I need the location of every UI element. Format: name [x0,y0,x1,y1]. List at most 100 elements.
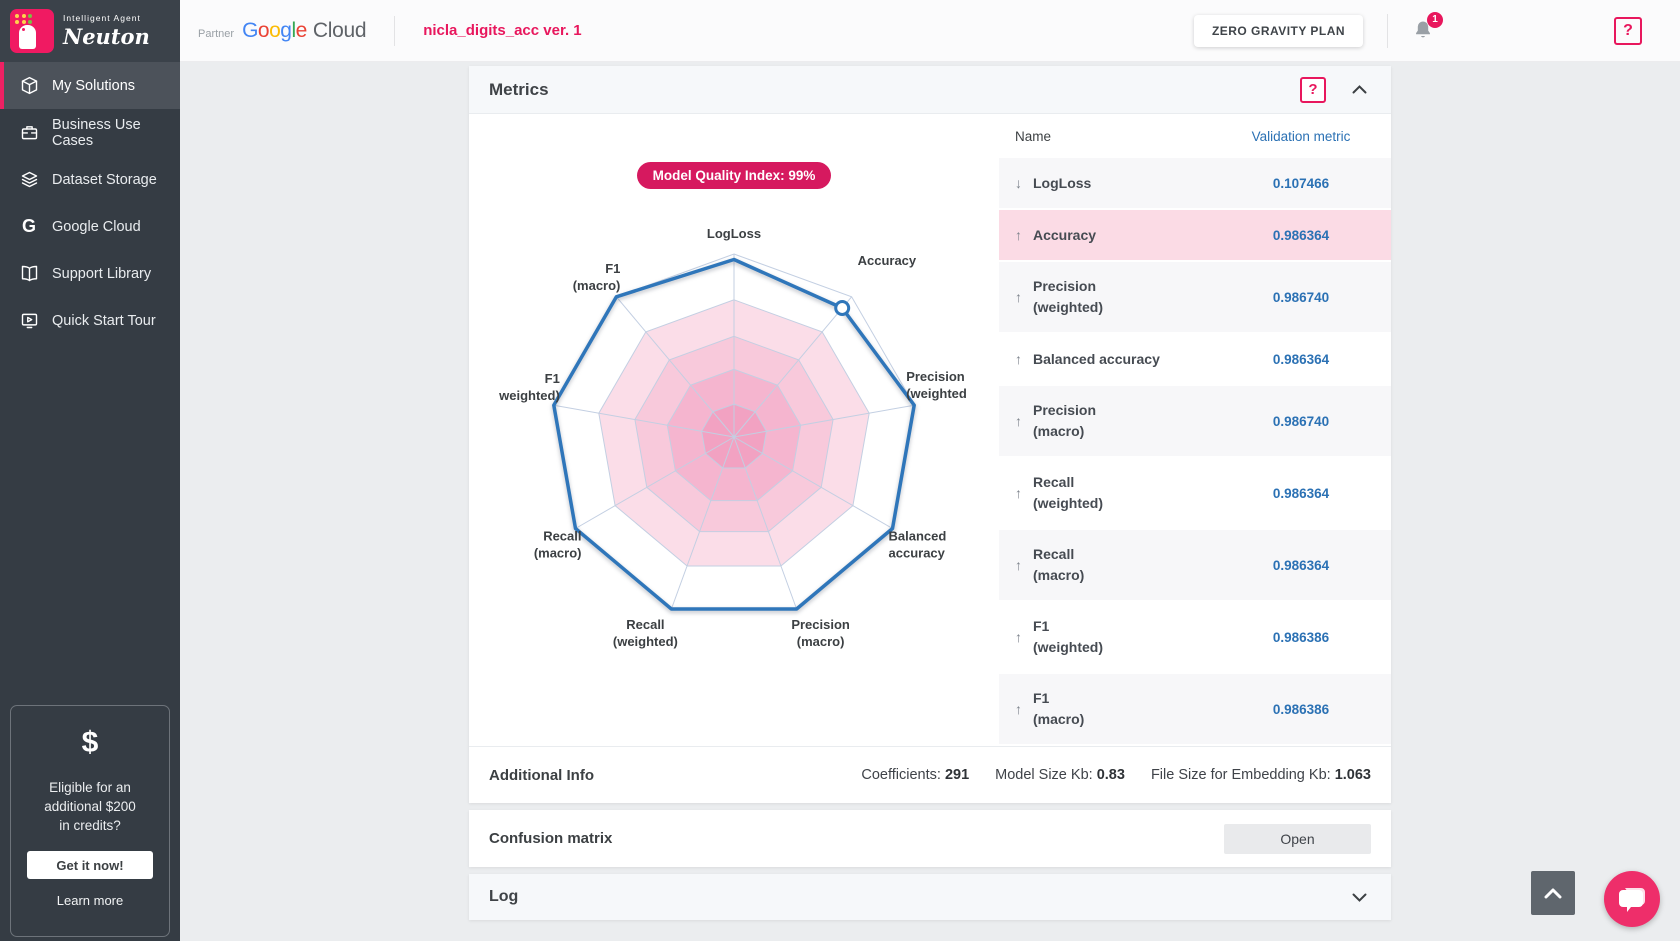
radar-axis-label: F1 [545,371,560,386]
metric-row-accuracy[interactable]: ↑ Accuracy 0.986364 [999,210,1391,260]
metric-name: Precision(weighted) [1033,276,1103,318]
get-it-now-button[interactable]: Get it now! [27,851,153,879]
sidebar-item-support-library[interactable]: Support Library [0,250,180,297]
app-logo[interactable]: Intelligent Agent Neuton [0,0,180,62]
radar-chart: LogLossAccuracyPrecision(weightedBalance… [464,199,1004,677]
metric-value[interactable]: 0.986386 [1211,702,1391,717]
sidebar-item-my-solutions[interactable]: My Solutions [0,62,180,109]
layers-icon [18,169,40,191]
sidebar-item-label: Quick Start Tour [52,313,156,329]
notifications-badge: 1 [1427,12,1443,28]
confusion-matrix-open-button[interactable]: Open [1224,824,1371,854]
arrow-up-icon: ↑ [1015,557,1033,573]
name-column-header: Name [999,129,1051,144]
google-letter: G [242,19,258,42]
metric-name: Precision(macro) [1033,400,1096,442]
google-logo: Google [242,19,307,43]
metric-row-logloss[interactable]: ↓ LogLoss 0.107466 [999,158,1391,208]
radar-chart-area: Model Quality Index: 99% LogLossAccuracy… [469,114,999,746]
topbar-divider [1387,14,1388,48]
additional-info-row: Additional Info Coefficients: 291Model S… [469,746,1391,803]
log-card: Log [469,874,1391,920]
metrics-table-header: Name Validation metric [999,114,1391,158]
google-letter: g [280,19,291,42]
radar-point-marker[interactable] [836,302,849,315]
chat-widget-button[interactable] [1604,871,1660,927]
radar-axis-label: Recall [543,529,581,544]
radar-axis-label: Accuracy [858,253,917,268]
arrow-up-icon: ↑ [1015,227,1033,243]
metrics-help-button[interactable]: ? [1300,77,1326,103]
sidebar-nav: My Solutions Business Use Cases Dataset … [0,62,180,344]
model-quality-badge: Model Quality Index: 99% [637,162,832,189]
validation-metric-column-header[interactable]: Validation metric [1211,129,1391,144]
radar-axis-label: accuracy [889,546,946,561]
metric-name: Accuracy [1033,225,1096,246]
additional-info-stat: File Size for Embedding Kb: 1.063 [1151,767,1371,783]
additional-info-title: Additional Info [489,767,594,784]
learn-more-link[interactable]: Learn more [11,893,169,908]
book-icon [18,263,40,285]
main-content: Metrics ? Model Quality Index: 99% LogLo… [180,62,1680,941]
metric-name: Balanced accuracy [1033,349,1160,370]
metric-row-balanced-accuracy[interactable]: ↑ Balanced accuracy 0.986364 [999,334,1391,384]
sidebar-item-label: Dataset Storage [52,172,157,188]
logo-bird-icon [19,25,36,49]
metric-value[interactable]: 0.986740 [1211,414,1391,429]
additional-info-stat: Coefficients: 291 [861,767,969,783]
arrow-up-icon: ↑ [1015,413,1033,429]
partner-logo: Partner Google Cloud [198,19,366,43]
metric-row-recall-macro-[interactable]: ↑ Recall(macro) 0.986364 [999,530,1391,600]
help-button[interactable]: ? [1614,17,1642,45]
metric-row-recall-weighted-[interactable]: ↑ Recall(weighted) 0.986364 [999,458,1391,528]
radar-axis-label: Precision [791,617,850,632]
topbar-divider [394,16,395,46]
metric-value[interactable]: 0.986386 [1211,630,1391,645]
radar-axis-label: Recall [626,617,664,632]
arrow-up-icon: ↑ [1015,485,1033,501]
metrics-collapse-button[interactable] [1348,81,1371,98]
metric-value[interactable]: 0.107466 [1211,176,1391,191]
google-g-icon: G [18,216,40,238]
metric-value[interactable]: 0.986364 [1211,352,1391,367]
google-letter: e [296,19,307,42]
arrow-up-icon: ↑ [1015,701,1033,717]
metrics-card: Metrics ? Model Quality Index: 99% LogLo… [469,66,1391,803]
sidebar-item-label: Support Library [52,266,151,282]
metric-value[interactable]: 0.986364 [1211,228,1391,243]
sidebar-item-label: Google Cloud [52,219,141,235]
log-panel-title: Log [489,888,518,906]
chat-bubble-icon [1617,884,1647,914]
chevron-up-icon [1544,888,1562,899]
sidebar-item-dataset-storage[interactable]: Dataset Storage [0,156,180,203]
metric-value[interactable]: 0.986740 [1211,290,1391,305]
topbar: Partner Google Cloud nicla_digits_acc ve… [180,0,1680,62]
sidebar: Intelligent Agent Neuton My Solutions Bu… [0,0,180,941]
scroll-to-top-button[interactable] [1531,871,1575,915]
google-cloud-word: Cloud [313,19,366,43]
log-expand-button[interactable] [1348,889,1371,906]
chevron-down-icon [1352,893,1367,902]
radar-axis-label: Precision [906,369,965,384]
dollar-icon: $ [11,726,169,760]
radar-axis-label: (macro) [797,634,845,649]
partner-label: Partner [198,28,234,40]
notifications-button[interactable]: 1 [1410,18,1436,44]
metric-value[interactable]: 0.986364 [1211,486,1391,501]
neuton-logo-icon [10,9,54,53]
zero-gravity-plan-button[interactable]: ZERO GRAVITY PLAN [1194,15,1363,47]
cube-icon [18,75,40,97]
sidebar-item-business-use-cases[interactable]: Business Use Cases [0,109,180,156]
arrow-down-icon: ↓ [1015,175,1033,191]
metric-value[interactable]: 0.986364 [1211,558,1391,573]
sidebar-item-quick-start-tour[interactable]: Quick Start Tour [0,297,180,344]
metric-row-precision-macro-[interactable]: ↑ Precision(macro) 0.986740 [999,386,1391,456]
metrics-panel-title: Metrics [489,80,549,100]
metric-row-f1-macro-[interactable]: ↑ F1(macro) 0.986386 [999,674,1391,744]
radar-axis-label: (macro) [534,546,582,561]
confusion-matrix-card: Confusion matrix Open [469,810,1391,867]
sidebar-item-google-cloud[interactable]: G Google Cloud [0,203,180,250]
metric-row-f1-weighted-[interactable]: ↑ F1(weighted) 0.986386 [999,602,1391,672]
metric-row-precision-weighted-[interactable]: ↑ Precision(weighted) 0.986740 [999,262,1391,332]
metrics-table: Name Validation metric ↓ LogLoss 0.10746… [999,114,1391,746]
